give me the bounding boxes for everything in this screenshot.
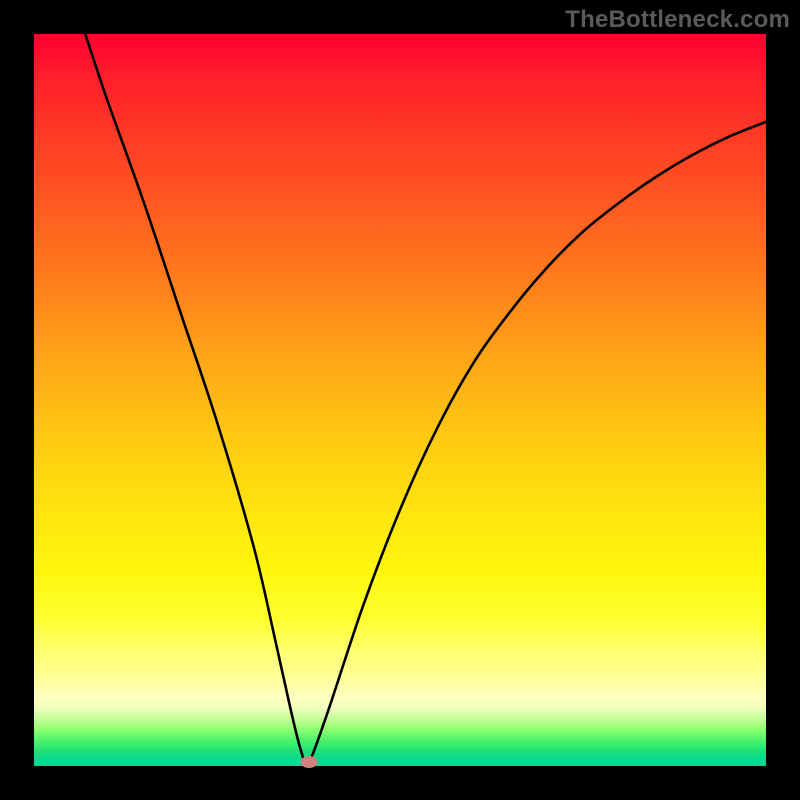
plot-area <box>34 34 766 766</box>
bottleneck-curve <box>34 34 766 766</box>
watermark-text: TheBottleneck.com <box>565 6 790 34</box>
chart-frame: TheBottleneck.com <box>0 0 800 800</box>
optimal-point-marker <box>300 756 317 768</box>
